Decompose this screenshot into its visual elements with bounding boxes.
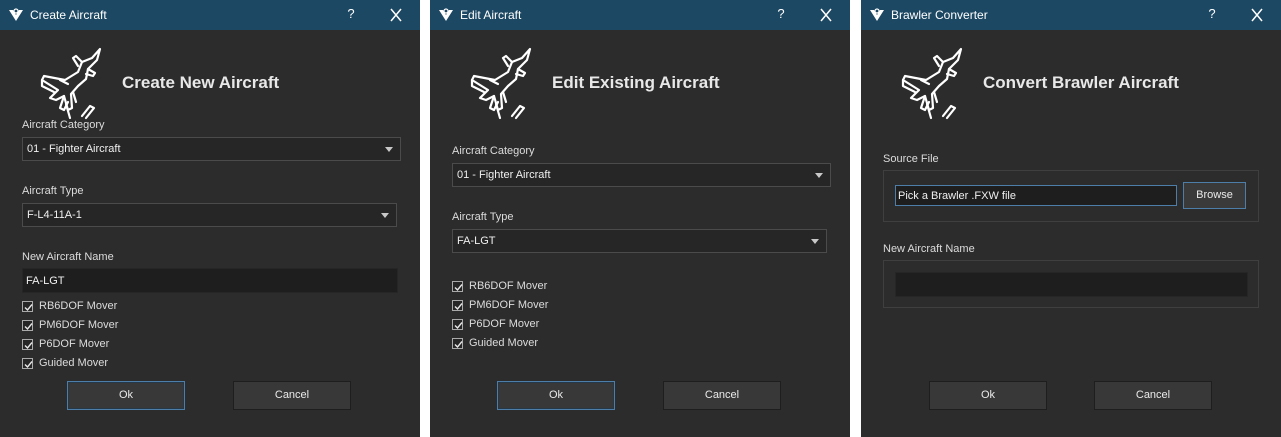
dialog-heading: Create New Aircraft <box>122 73 280 92</box>
checkbox-box <box>452 281 463 292</box>
brawler-converter-dialog: Brawler Converter ? Convert Brawler Airc… <box>861 0 1281 437</box>
close-icon[interactable] <box>1245 6 1269 24</box>
checkbox-box <box>452 338 463 349</box>
window-title: Brawler Converter <box>891 8 988 22</box>
edit-aircraft-dialog: Edit Aircraft ? Edit Existing Aircraft A… <box>430 0 850 437</box>
aircraft-type-select[interactable]: F-L4-11A-1 <box>22 203 397 227</box>
checkbox-box <box>452 319 463 330</box>
fighter-jet-icon <box>468 46 538 121</box>
source-file-placeholder: Pick a Brawler .FXW file <box>898 190 1016 202</box>
source-file-input[interactable]: Pick a Brawler .FXW file <box>895 185 1177 206</box>
title-bar[interactable]: Edit Aircraft ? <box>430 0 850 30</box>
title-bar[interactable]: Brawler Converter ? <box>861 0 1281 30</box>
help-button[interactable]: ? <box>339 6 363 21</box>
checkbox-label: RB6DOF Mover <box>469 280 548 292</box>
aircraft-category-value: 01 - Fighter Aircraft <box>457 169 551 181</box>
source-file-label: Source File <box>883 153 939 165</box>
new-aircraft-name-input[interactable]: FA-LGT <box>22 268 398 293</box>
ok-button[interactable]: Ok <box>67 381 185 410</box>
new-aircraft-name-value: FA-LGT <box>26 275 65 287</box>
aircraft-type-value: F-L4-11A-1 <box>27 209 82 221</box>
checkmark-icon <box>453 301 464 312</box>
browse-button[interactable]: Browse <box>1183 182 1246 209</box>
dialog-heading: Edit Existing Aircraft <box>552 73 720 92</box>
ok-button[interactable]: Ok <box>929 381 1047 410</box>
checkbox-box <box>22 320 33 331</box>
aircraft-category-value: 01 - Fighter Aircraft <box>27 143 121 155</box>
fighter-jet-icon <box>899 46 969 121</box>
aircraft-type-label: Aircraft Type <box>452 211 514 223</box>
app-logo-icon <box>869 7 885 23</box>
checkbox-label: PM6DOF Mover <box>39 319 119 331</box>
app-logo-icon <box>8 7 24 23</box>
chevron-down-icon <box>815 173 823 178</box>
checkmark-icon <box>453 320 464 331</box>
checkbox-label: P6DOF Mover <box>469 318 540 330</box>
aircraft-type-label: Aircraft Type <box>22 185 84 197</box>
new-aircraft-name-input[interactable] <box>895 272 1248 297</box>
cancel-button[interactable]: Cancel <box>233 381 351 410</box>
aircraft-category-label: Aircraft Category <box>22 119 105 131</box>
help-button[interactable]: ? <box>1200 6 1224 21</box>
checkmark-icon <box>453 282 464 293</box>
aircraft-category-select[interactable]: 01 - Fighter Aircraft <box>22 137 401 161</box>
ok-button[interactable]: Ok <box>497 381 615 410</box>
cancel-button[interactable]: Cancel <box>1094 381 1212 410</box>
checkbox-label: RB6DOF Mover <box>39 300 118 312</box>
help-button[interactable]: ? <box>769 6 793 21</box>
new-aircraft-name-group <box>883 260 1259 308</box>
create-aircraft-dialog: Create Aircraft ? Create New Aircraft Ai… <box>0 0 420 437</box>
cancel-button[interactable]: Cancel <box>663 381 781 410</box>
new-aircraft-name-label: New Aircraft Name <box>22 251 114 263</box>
app-logo-icon <box>438 7 454 23</box>
checkmark-icon <box>23 340 34 351</box>
checkbox-box <box>22 301 33 312</box>
new-aircraft-name-label: New Aircraft Name <box>883 243 975 255</box>
close-icon[interactable] <box>814 6 838 24</box>
aircraft-type-value: FA-LGT <box>457 235 496 247</box>
checkmark-icon <box>23 302 34 313</box>
chevron-down-icon <box>381 213 389 218</box>
checkbox-label: P6DOF Mover <box>39 338 110 350</box>
checkbox-box <box>22 339 33 350</box>
title-bar[interactable]: Create Aircraft ? <box>0 0 420 30</box>
checkmark-icon <box>453 339 464 350</box>
window-title: Create Aircraft <box>30 8 107 22</box>
fighter-jet-icon <box>38 46 108 121</box>
checkbox-label: PM6DOF Mover <box>469 299 549 311</box>
source-file-group: Pick a Brawler .FXW file Browse <box>883 170 1259 222</box>
checkbox-label: Guided Mover <box>469 337 539 349</box>
window-title: Edit Aircraft <box>460 8 522 22</box>
aircraft-category-label: Aircraft Category <box>452 145 535 157</box>
aircraft-category-select[interactable]: 01 - Fighter Aircraft <box>452 163 831 187</box>
dialog-heading: Convert Brawler Aircraft <box>983 73 1179 92</box>
checkbox-box <box>22 358 33 369</box>
checkbox-label: Guided Mover <box>39 357 109 369</box>
aircraft-type-select[interactable]: FA-LGT <box>452 229 827 253</box>
checkbox-box <box>452 300 463 311</box>
close-icon[interactable] <box>384 6 408 24</box>
checkmark-icon <box>23 321 34 332</box>
chevron-down-icon <box>811 239 819 244</box>
chevron-down-icon <box>385 147 393 152</box>
checkmark-icon <box>23 359 34 370</box>
